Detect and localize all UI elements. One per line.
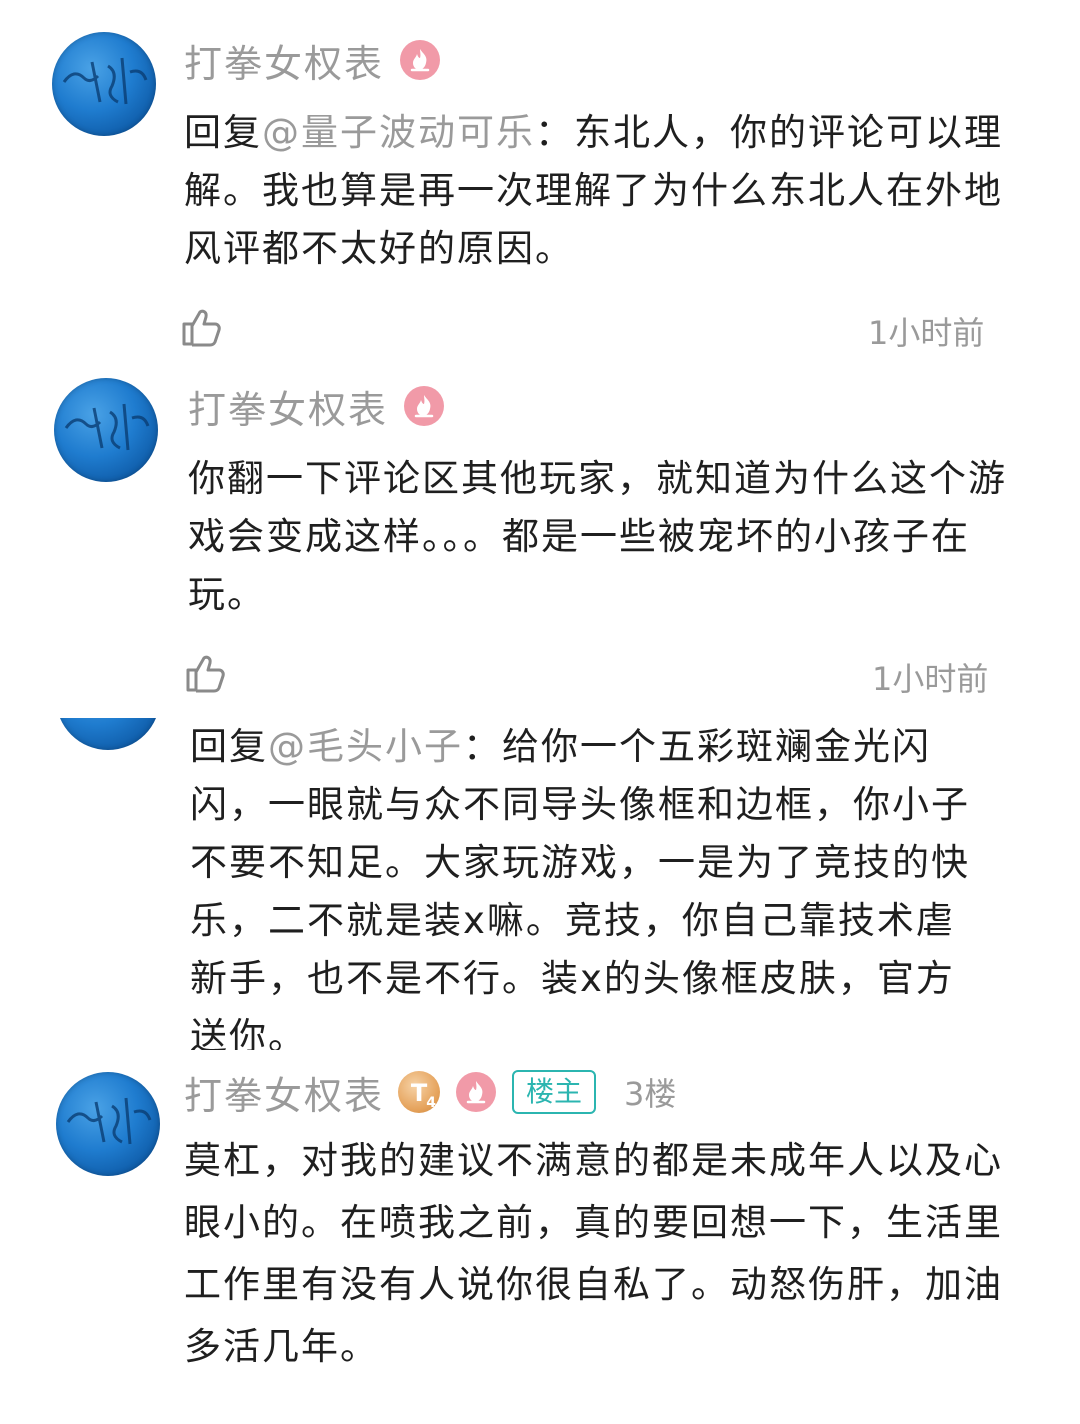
avatar[interactable] — [56, 1072, 160, 1176]
fire-badge-icon — [404, 386, 445, 426]
username[interactable]: 打拳女权表 — [188, 379, 388, 434]
username[interactable]: 打拳女权表 — [184, 1065, 384, 1120]
mention-link[interactable]: @毛头小子 — [268, 725, 463, 768]
avatar[interactable] — [52, 32, 156, 136]
avatar-clip — [56, 718, 160, 750]
user-row: 打拳女权表 — [188, 376, 445, 436]
like-icon[interactable] — [180, 306, 222, 348]
signature-icon — [64, 403, 150, 451]
reply-prefix: 回复 — [190, 725, 268, 768]
timestamp: 1小时前 — [868, 314, 985, 352]
owner-tag: 楼主 — [512, 1070, 597, 1114]
floor-number: 3楼 — [624, 1075, 677, 1113]
comment-body: ：给你一个五彩斑斓金光闪闪，一眼就与众不同导头像框和边框，你小子不要不知足。大家… — [190, 725, 970, 1050]
username[interactable]: 打拳女权表 — [184, 33, 384, 88]
timestamp: 1小时前 — [872, 660, 989, 698]
avatar[interactable] — [56, 718, 160, 750]
fire-badge-icon — [456, 1072, 497, 1112]
comment-text: 回复@量子波动可乐：东北人，你的评论可以理解。我也算是再一次理解了为什么东北人在… — [184, 104, 1004, 278]
user-row: 打拳女权表 — [184, 30, 441, 90]
level-badge-letter: T — [410, 1079, 428, 1107]
comment-text: 莫杠，对我的建议不满意的都是未成年人以及心眼小的。在喷我之前，真的要回想一下，生… — [184, 1139, 1003, 1368]
reply-prefix: 回复 — [184, 111, 262, 154]
comment-clip: 回复@毛头小子：给你一个五彩斑斓金光闪闪，一眼就与众不同导头像框和边框，你小子不… — [190, 718, 1010, 1050]
mention-link[interactable]: @量子波动可乐 — [262, 111, 535, 154]
signature-icon — [62, 57, 148, 105]
comment-text: 你翻一下评论区其他玩家，就知道为什么这个游戏会变成这样。。。都是一些被宠坏的小孩… — [188, 457, 1007, 616]
signature-icon — [66, 1097, 152, 1145]
fire-badge-icon — [400, 40, 441, 80]
level-badge-sub: 4 — [426, 1095, 437, 1111]
user-row: 打拳女权表 T4 楼主 3楼 — [184, 1062, 676, 1122]
avatar[interactable] — [54, 378, 158, 482]
comment-text: 回复@毛头小子：给你一个五彩斑斓金光闪闪，一眼就与众不同导头像框和边框，你小子不… — [190, 718, 990, 1050]
level-badge-icon: T4 — [398, 1071, 441, 1113]
like-icon[interactable] — [184, 652, 226, 694]
